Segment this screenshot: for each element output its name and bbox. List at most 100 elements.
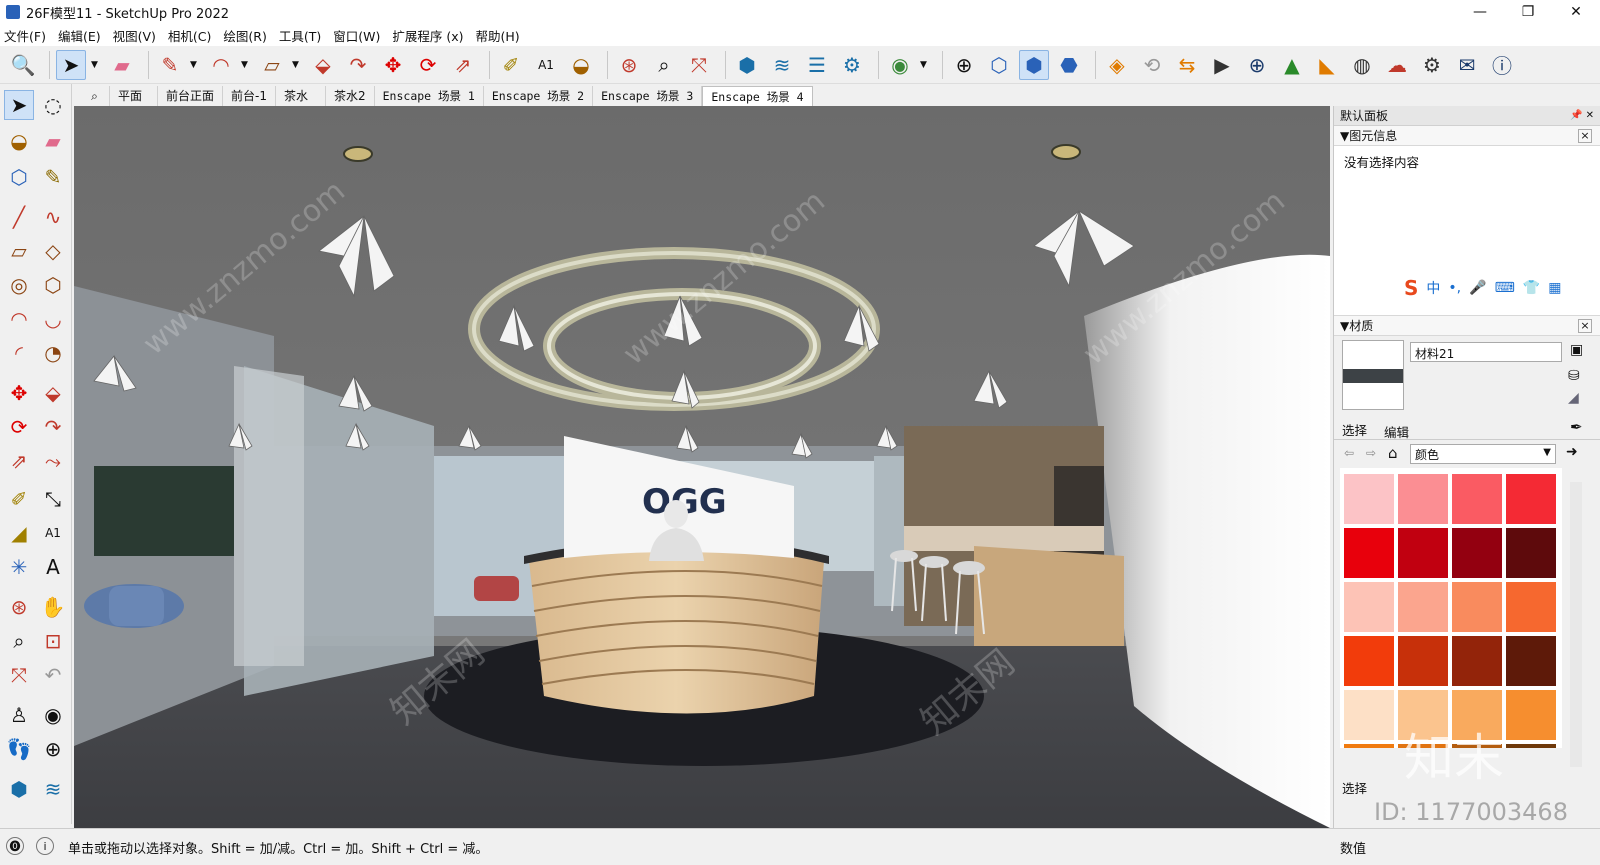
arc-icon[interactable]: ◠ <box>4 304 34 334</box>
color-swatch[interactable] <box>1398 582 1448 632</box>
color-swatch[interactable] <box>1452 474 1502 524</box>
chevron-down-icon[interactable]: ▼ <box>190 60 200 70</box>
tab-scene-3[interactable]: 前台-1 <box>223 86 276 106</box>
sogou-icon[interactable]: S <box>1404 276 1418 300</box>
text-tool-icon[interactable]: A1 <box>531 50 561 80</box>
forward-icon[interactable]: ⇨ <box>1366 446 1376 460</box>
account-icon[interactable]: ◉ <box>885 50 915 80</box>
zoom-icon[interactable]: ⌕ <box>4 626 34 656</box>
rotate-icon[interactable]: ⟳ <box>413 50 443 80</box>
material-name-field[interactable]: 材料21 <box>1410 342 1562 362</box>
select-tool-icon[interactable]: ➤ <box>4 90 34 120</box>
look-around-icon[interactable]: ◉ <box>38 700 68 730</box>
text-tool-icon[interactable]: A1 <box>38 518 68 548</box>
push-pull-icon[interactable]: ⬙ <box>308 50 338 80</box>
tab-scene-7[interactable]: Enscape 场景 2 <box>483 86 594 106</box>
warehouse-icon[interactable]: ⬢ <box>732 50 762 80</box>
color-swatch[interactable] <box>1452 636 1502 686</box>
maximize-button[interactable]: ❐ <box>1504 0 1552 24</box>
pie-icon[interactable]: ◔ <box>38 338 68 368</box>
close-icon[interactable]: × <box>1578 128 1592 143</box>
menu-window[interactable]: 窗口(W) <box>333 26 380 45</box>
color-swatch[interactable] <box>1506 744 1556 748</box>
follow-me-icon[interactable]: ↷ <box>38 412 68 442</box>
zoom-extents-icon[interactable]: ⤧ <box>4 660 34 690</box>
two-point-arc-icon[interactable]: ◡ <box>38 304 68 334</box>
layout-icon[interactable]: ☰ <box>802 50 832 80</box>
chevron-down-icon[interactable]: ▼ <box>91 60 101 70</box>
enscape-start-icon[interactable]: ◈ <box>1102 50 1132 80</box>
rectangle-icon[interactable]: ▱ <box>257 50 287 80</box>
enscape-info-icon[interactable]: ⓘ <box>1487 50 1517 80</box>
scene-search-icon[interactable]: ⌕ <box>80 86 110 106</box>
color-swatch[interactable] <box>1452 528 1502 578</box>
warehouse-icon[interactable]: ⬢ <box>4 774 34 804</box>
home-icon[interactable]: ⌂ <box>1388 444 1398 462</box>
zoom-extents-icon[interactable]: ⤧ <box>684 50 714 80</box>
skin-icon[interactable]: 👕 <box>1523 280 1540 296</box>
front-view-icon[interactable]: ⬢ <box>1019 49 1049 80</box>
sample-paint-icon[interactable]: ◢ <box>1568 390 1579 406</box>
enscape-upload-icon[interactable]: ☁ <box>1382 50 1412 80</box>
enscape-video-icon[interactable]: ▶ <box>1207 50 1237 80</box>
tape-measure-icon[interactable]: ✐ <box>4 484 34 514</box>
tab-edit[interactable]: 编辑 <box>1384 422 1409 441</box>
zoom-window-icon[interactable]: ⊡ <box>38 626 68 656</box>
color-swatch[interactable] <box>1344 582 1394 632</box>
previous-view-icon[interactable]: ↶ <box>38 660 68 690</box>
enscape-sync-icon[interactable]: ⟲ <box>1137 50 1167 80</box>
minimize-button[interactable]: — <box>1456 0 1504 24</box>
iso-view-icon[interactable]: ⬡ <box>984 50 1014 80</box>
rotated-rectangle-icon[interactable]: ◇ <box>38 236 68 266</box>
color-swatch[interactable] <box>1506 582 1556 632</box>
tab-select[interactable]: 选择 <box>1342 420 1367 439</box>
tab-scene-4[interactable]: 茶水 <box>275 86 326 106</box>
tab-scene-5[interactable]: 茶水2 <box>325 86 375 106</box>
back-icon[interactable]: ⇦ <box>1344 446 1354 460</box>
color-swatch[interactable] <box>1344 474 1394 524</box>
tray-pin-icon[interactable]: 📌 ✕ <box>1570 110 1594 121</box>
swatch-scrollbar[interactable] <box>1570 482 1582 767</box>
library-select[interactable]: 颜色 ▼ <box>1410 444 1556 464</box>
enscape-settings-icon[interactable]: ⚙ <box>1417 50 1447 80</box>
follow-me-icon[interactable]: ↷ <box>343 50 373 80</box>
color-swatch[interactable] <box>1452 582 1502 632</box>
material-bottom-label[interactable]: 选择 <box>1342 778 1367 797</box>
paint-bucket-icon[interactable]: ◒ <box>566 50 596 80</box>
section-plane-icon[interactable]: ⊕ <box>38 734 68 764</box>
search-icon[interactable]: 🔍 <box>8 50 38 80</box>
tab-scene-6[interactable]: Enscape 场景 1 <box>374 86 484 106</box>
enscape-panorama-icon[interactable]: ◍ <box>1347 50 1377 80</box>
create-material-icon[interactable]: ⛁ <box>1568 368 1580 384</box>
menu-file[interactable]: 文件(F) <box>4 26 46 45</box>
tab-scene-9[interactable]: Enscape 场景 4 <box>702 86 813 106</box>
walk-icon[interactable]: 👣 <box>4 734 34 764</box>
eraser-icon[interactable]: ▰ <box>38 126 68 156</box>
color-swatch[interactable] <box>1344 690 1394 740</box>
color-swatch[interactable] <box>1398 474 1448 524</box>
tape-measure-icon[interactable]: ✐ <box>496 50 526 80</box>
extension-warehouse-icon[interactable]: ≋ <box>38 774 68 804</box>
extension-warehouse-icon[interactable]: ≋ <box>767 50 797 80</box>
tab-scene-2[interactable]: 前台正面 <box>158 86 224 106</box>
menu-draw[interactable]: 绘图(R) <box>223 26 266 45</box>
orbit-icon[interactable]: ⊛ <box>4 592 34 622</box>
extension-manager-icon[interactable]: ⚙ <box>837 50 867 80</box>
chevron-down-icon[interactable]: ▼ <box>920 60 930 70</box>
menu-extensions[interactable]: 扩展程序 (x) <box>392 26 463 45</box>
rotate-icon[interactable]: ⟳ <box>4 412 34 442</box>
move-icon[interactable]: ✥ <box>378 50 408 80</box>
polygon-icon[interactable]: ⬡ <box>38 270 68 300</box>
component-icon[interactable]: ⬡ <box>4 162 34 192</box>
rectangle-icon[interactable]: ▱ <box>4 236 34 266</box>
details-icon[interactable]: ➜ <box>1566 444 1578 460</box>
right-view-icon[interactable]: ⬣ <box>1054 50 1084 80</box>
keyboard-icon[interactable]: ⌨ <box>1495 280 1515 296</box>
chevron-down-icon[interactable]: ▼ <box>292 60 302 70</box>
tag-icon[interactable]: ✎ <box>38 162 68 192</box>
enscape-add-icon[interactable]: ⊕ <box>1242 50 1272 80</box>
scale-icon[interactable]: ⇗ <box>448 50 478 80</box>
modeling-viewport[interactable]: OGG www.znzmo.com 知末网 www.znzmo.com 知末网 … <box>74 106 1330 828</box>
menu-help[interactable]: 帮助(H) <box>476 26 520 45</box>
move-icon[interactable]: ✥ <box>4 378 34 408</box>
